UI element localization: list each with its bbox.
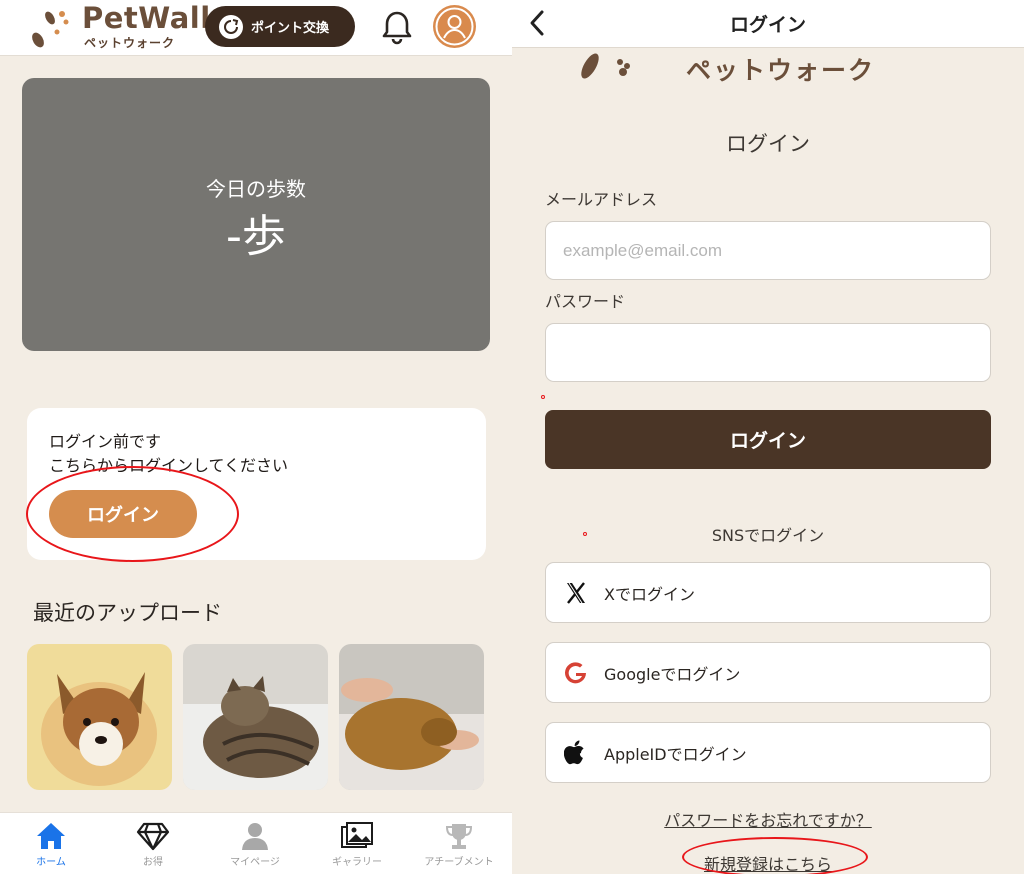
- avatar[interactable]: [433, 5, 476, 48]
- step-count-card: 今日の歩数 -歩: [22, 78, 490, 351]
- annotation-circle: [682, 837, 868, 874]
- tab-gallery[interactable]: ギャラリー: [306, 819, 408, 868]
- login-header: ログイン: [512, 0, 1024, 48]
- tab-home[interactable]: ホーム: [0, 819, 102, 868]
- recent-photo-dog[interactable]: [339, 644, 484, 790]
- home-screen: PetWall ペットウォーク ポイント交換 今日の歩数 -歩 ログイン前です: [0, 0, 512, 874]
- tab-achievement[interactable]: アチーブメント: [408, 819, 510, 868]
- exchange-icon: [219, 14, 243, 39]
- login-prompt-line1: ログイン前です: [49, 432, 162, 451]
- brand-name: PetWall: [82, 1, 211, 35]
- google-login-label: Googleでログイン: [604, 664, 741, 684]
- email-label: メールアドレス: [545, 190, 658, 209]
- recent-photo-corgi[interactable]: [27, 644, 172, 790]
- login-screen: ログイン ペットウォーク ログイン メールアドレス パスワード ログイン SNS…: [512, 0, 1024, 874]
- gallery-icon: [341, 822, 373, 848]
- person-icon: [435, 7, 474, 46]
- annotation-dot: [541, 395, 545, 399]
- home-header: PetWall ペットウォーク ポイント交換: [0, 0, 512, 56]
- paw-print-logo-icon: [32, 11, 69, 48]
- trophy-icon: [445, 824, 473, 849]
- home-icon: [37, 823, 65, 849]
- step-count-label: 今日の歩数: [206, 177, 306, 201]
- tab-label: マイページ: [230, 857, 280, 868]
- x-login-button[interactable]: Xでログイン: [545, 562, 991, 623]
- x-login-label: Xでログイン: [604, 584, 695, 604]
- annotation-circle: [26, 466, 239, 562]
- brand-subtitle: ペットウォーク: [686, 56, 876, 85]
- sns-login-heading: SNSでログイン: [711, 526, 825, 545]
- brand-subtitle: ペットウォーク: [84, 36, 176, 50]
- password-field[interactable]: [545, 323, 991, 382]
- tab-label: ホーム: [36, 857, 66, 868]
- apple-logo-icon: [562, 739, 590, 767]
- person-icon: [242, 823, 268, 850]
- bell-icon[interactable]: [378, 8, 416, 46]
- bottom-tab-bar: ホーム お得 マイページ ギャラリー アチーブメント: [0, 812, 512, 874]
- diamond-icon: [136, 822, 170, 851]
- tab-deals[interactable]: お得: [102, 819, 204, 868]
- apple-login-label: AppleIDでログイン: [604, 744, 747, 764]
- apple-login-button[interactable]: AppleIDでログイン: [545, 722, 991, 783]
- login-submit-button[interactable]: ログイン: [545, 410, 991, 469]
- google-login-button[interactable]: Googleでログイン: [545, 642, 991, 703]
- point-exchange-button[interactable]: ポイント交換: [205, 6, 355, 47]
- tab-mypage[interactable]: マイページ: [204, 819, 306, 868]
- recent-photo-cat[interactable]: [183, 644, 328, 790]
- password-label: パスワード: [545, 292, 626, 311]
- x-logo-icon: [562, 579, 590, 607]
- google-logo-icon: [562, 659, 590, 687]
- email-field[interactable]: [545, 221, 991, 280]
- tab-label: アチーブメント: [424, 857, 494, 868]
- tab-label: お得: [143, 857, 163, 868]
- recent-uploads-title: 最近のアップロード: [33, 601, 222, 625]
- login-heading: ログイン: [726, 132, 810, 156]
- step-count-value: -歩: [226, 211, 286, 262]
- forgot-password-link[interactable]: パスワードをお忘れですか？: [512, 807, 1024, 831]
- page-title: ログイン: [729, 14, 806, 36]
- tab-label: ギャラリー: [332, 857, 382, 868]
- point-exchange-label: ポイント交換: [251, 21, 330, 36]
- paw-print-logo-icon: [581, 53, 630, 79]
